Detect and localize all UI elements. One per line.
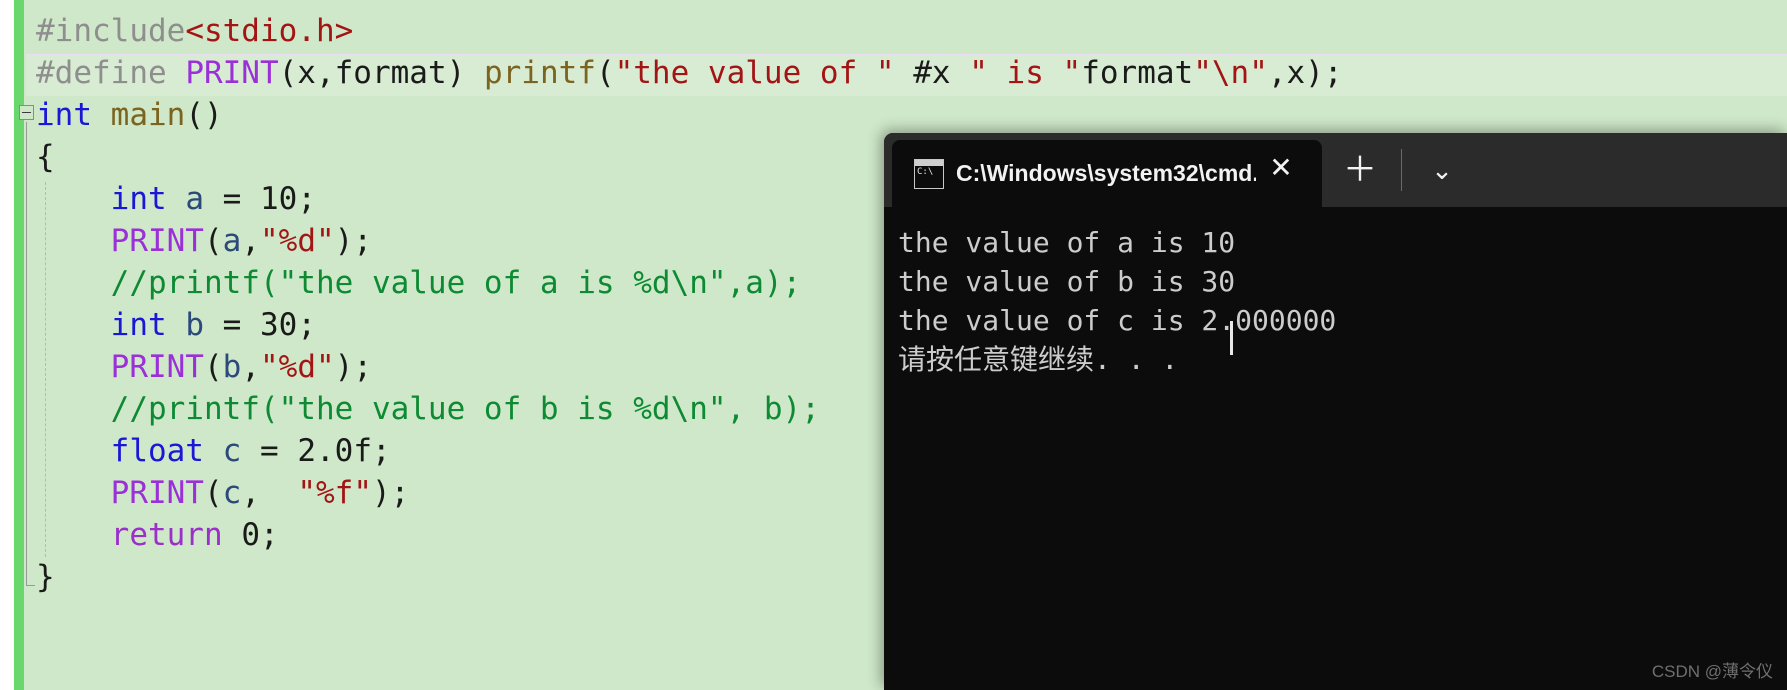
terminal-cursor	[1230, 321, 1233, 355]
code-token: #define	[36, 55, 186, 91]
code-token: b	[185, 307, 204, 343]
code-token: a	[222, 223, 242, 259]
code-token: ,	[241, 349, 260, 385]
new-tab-icon[interactable]: ＋	[1342, 153, 1378, 189]
code-token: b	[222, 349, 242, 385]
code-token: (	[595, 55, 615, 91]
code-token: return	[110, 517, 223, 553]
code-token: "%d"	[260, 223, 335, 259]
terminal-tab-title: C:\Windows\system32\cmd.e	[956, 160, 1256, 186]
watermark: CSDN @薄令仪	[1651, 662, 1773, 681]
chevron-down-icon[interactable]: ⌄	[1424, 155, 1460, 189]
code-token: "the value of "	[614, 55, 895, 91]
code-token: PRINT	[110, 475, 204, 511]
code-token: );	[371, 475, 410, 511]
code-token: float	[110, 433, 204, 469]
code-token: (	[203, 475, 223, 511]
code-token: //printf("the value of a is %d\n",a);	[110, 265, 802, 301]
code-editor[interactable]: #include<stdio.h> #define PRINT(x,format)…	[0, 0, 1787, 690]
code-token: #include	[36, 13, 186, 49]
code-token: //printf("the value of b is %d\n", b);	[110, 391, 820, 427]
code-token: "\n"	[1193, 55, 1268, 91]
code-token: ,	[241, 475, 298, 511]
code-line[interactable]: #define PRINT(x,format) printf("the valu…	[36, 52, 1343, 94]
terminal-line: 请按任意键继续. . .	[898, 343, 1179, 376]
terminal-line: the value of a is 10	[898, 226, 1236, 259]
code-token: (	[203, 223, 223, 259]
code-token: #x	[894, 55, 970, 91]
code-token: "%d"	[260, 349, 335, 385]
code-token: PRINT	[110, 223, 204, 259]
code-token: =	[204, 181, 260, 217]
code-token: =	[241, 433, 298, 469]
code-token: c	[222, 433, 242, 469]
terminal-line: the value of b is 30	[898, 265, 1236, 298]
code-token: int	[110, 181, 167, 217]
code-fold-line-foot	[26, 585, 35, 586]
code-token: int	[36, 97, 111, 133]
code-token: <stdio.h>	[185, 13, 354, 49]
code-token: ,x);	[1267, 55, 1343, 91]
code-token: ,	[241, 223, 260, 259]
code-token: PRINT	[110, 349, 204, 385]
code-token: ;	[297, 307, 316, 343]
editor-change-bar	[14, 0, 24, 690]
code-token: format	[1081, 55, 1194, 91]
code-token: }	[36, 559, 55, 595]
terminal-titlebar[interactable]: C:\Windows\system32\cmd.e ✕ ＋ ⌄	[884, 133, 1787, 207]
close-icon[interactable]: ✕	[1264, 151, 1298, 185]
code-token: (x,format)	[278, 55, 484, 91]
cmd-console-icon	[914, 158, 944, 189]
code-token: a	[185, 181, 204, 217]
terminal-line: the value of c is 2.000000	[898, 304, 1337, 337]
code-token: ()	[185, 97, 223, 133]
code-token: ;	[297, 181, 316, 217]
code-token: {	[36, 139, 55, 175]
code-token: );	[334, 223, 372, 259]
terminal-tab[interactable]: C:\Windows\system32\cmd.e	[892, 140, 1322, 207]
code-token: int	[110, 307, 167, 343]
code-token: =	[204, 307, 260, 343]
editor-left-edge	[0, 0, 14, 690]
code-token: 0	[241, 517, 260, 553]
tabbar-separator	[1401, 149, 1402, 191]
code-line[interactable]: int main()	[36, 94, 1343, 136]
code-token: );	[334, 349, 372, 385]
code-token: 2.0f	[297, 433, 372, 469]
code-token: ;	[371, 433, 391, 469]
code-token: c	[222, 475, 242, 511]
code-fold-line	[26, 122, 27, 586]
code-token: main	[110, 97, 186, 133]
code-token: PRINT	[185, 55, 279, 91]
code-token: 10	[260, 181, 298, 217]
code-token: 30	[260, 307, 298, 343]
code-token: "%f"	[297, 475, 372, 511]
terminal-output[interactable]: the value of a is 10 the value of b is 30…	[884, 207, 1787, 690]
code-token: (	[203, 349, 223, 385]
code-token: ;	[259, 517, 279, 553]
minus-box-icon[interactable]	[19, 105, 34, 120]
terminal-window[interactable]: C:\Windows\system32\cmd.e ✕ ＋ ⌄ the valu…	[884, 133, 1787, 690]
code-token: " is "	[969, 55, 1082, 91]
code-token: printf	[483, 55, 596, 91]
code-line[interactable]: #include<stdio.h>	[36, 10, 1343, 52]
